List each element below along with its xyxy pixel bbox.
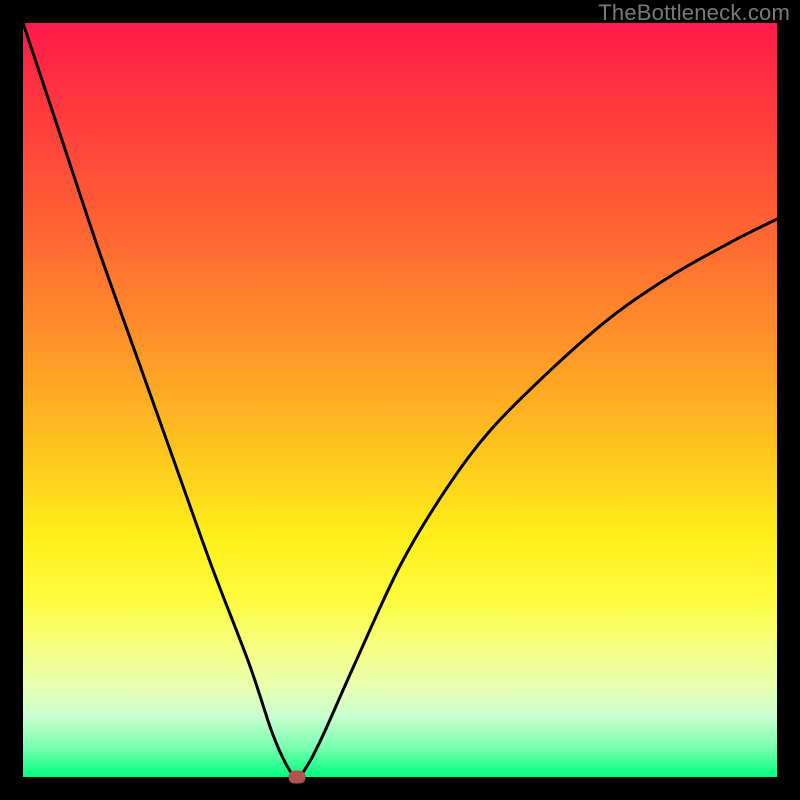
plot-area <box>23 23 777 777</box>
chart-frame: TheBottleneck.com <box>0 0 800 800</box>
watermark-text: TheBottleneck.com <box>598 0 790 26</box>
bottleneck-curve <box>23 23 777 777</box>
curve-svg <box>23 23 777 777</box>
minimum-marker <box>289 771 306 784</box>
